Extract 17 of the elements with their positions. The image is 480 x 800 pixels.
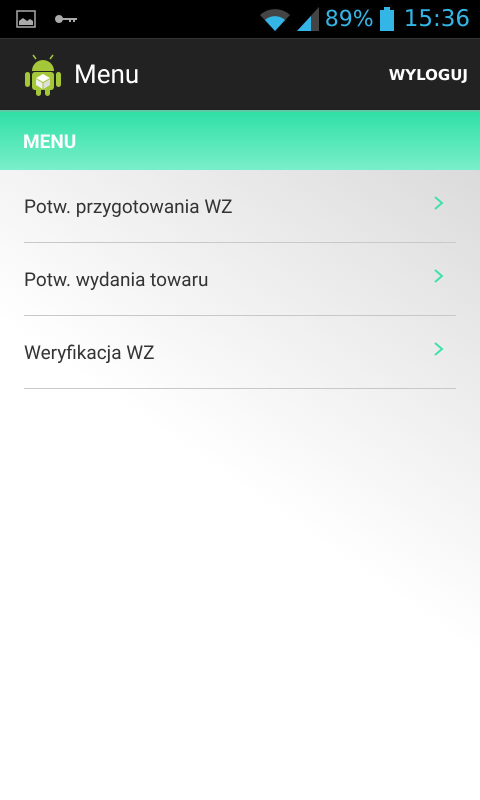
clock: 15:36 (404, 6, 470, 32)
chevron-icon (434, 196, 444, 210)
menu-item[interactable]: Weryfikacja WZ (24, 316, 456, 389)
image-icon (16, 10, 36, 28)
signal-icon (296, 7, 319, 31)
key-icon (54, 14, 78, 24)
logout-button[interactable]: WYLOGUJ (388, 58, 468, 92)
menu-item[interactable]: Potw. wydania towaru (24, 243, 456, 316)
app-title: Menu (74, 60, 140, 90)
section-title: MENU (23, 130, 76, 152)
wifi-icon (258, 7, 291, 31)
chevron-icon (434, 342, 444, 356)
chevron-icon (434, 269, 444, 283)
battery-level: 89% (324, 6, 374, 32)
battery-icon (380, 7, 394, 31)
android-robot-icon (24, 52, 62, 96)
menu-item[interactable]: Potw. przygotowania WZ (24, 170, 456, 243)
